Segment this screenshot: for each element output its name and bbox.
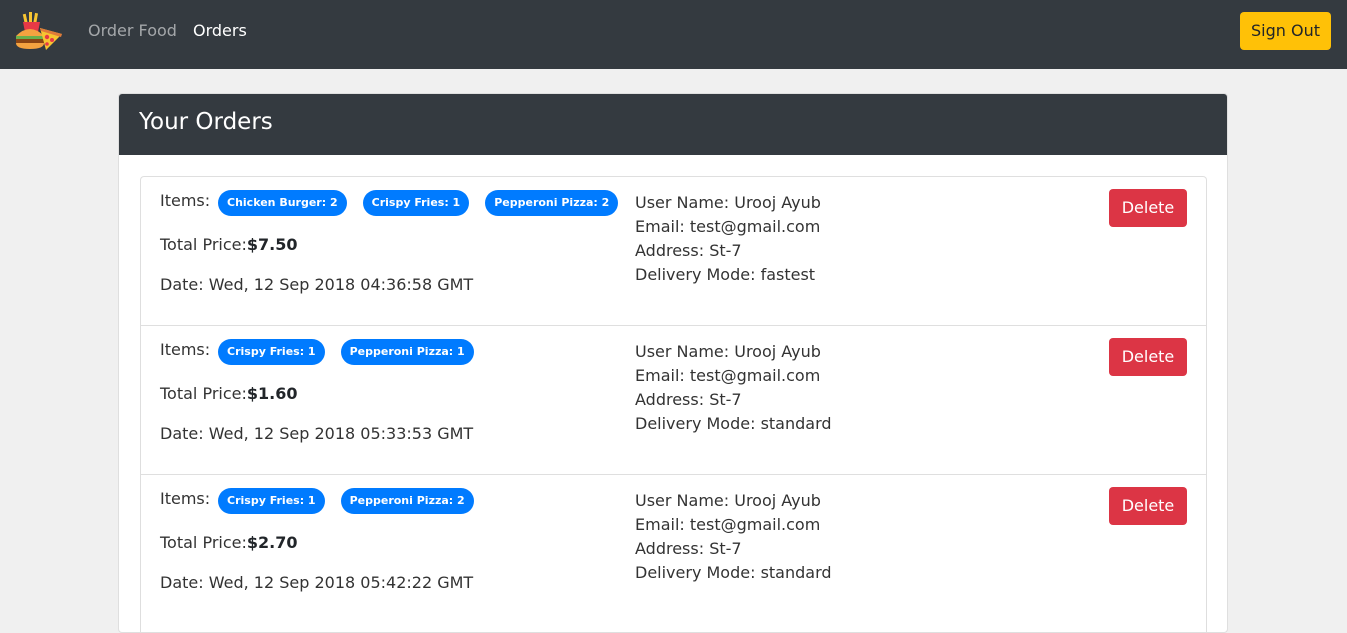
item-badge: Crispy Fries: 1 <box>218 488 325 514</box>
orders-card-header: Your Orders <box>119 94 1227 155</box>
user-address: Address: St-7 <box>635 390 742 409</box>
delete-button[interactable]: Delete <box>1109 189 1187 227</box>
item-badge: Pepperoni Pizza: 1 <box>340 339 474 365</box>
delivery-mode: Delivery Mode: standard <box>635 563 832 582</box>
user-info: User Name: Urooj Ayub Email: test@gmail.… <box>635 489 832 585</box>
items-label: Items: <box>160 340 211 359</box>
delivery-mode: Delivery Mode: fastest <box>635 265 816 284</box>
total-price-value: $2.70 <box>246 533 298 552</box>
total-price-label: Total Price: <box>160 384 247 403</box>
order-item: Items: Chicken Burger: 2 Crispy Fries: 1… <box>141 177 1206 326</box>
total-price: Total Price:$1.60 <box>160 384 297 404</box>
nav-link-orders[interactable]: Orders <box>193 20 247 42</box>
items-badges: Crispy Fries: 1 Pepperoni Pizza: 2 <box>218 488 474 514</box>
item-badge: Chicken Burger: 2 <box>218 190 347 216</box>
item-badge: Pepperoni Pizza: 2 <box>340 488 474 514</box>
total-price-label: Total Price: <box>160 533 247 552</box>
total-price: Total Price:$2.70 <box>160 533 297 553</box>
total-price-label: Total Price: <box>160 235 247 254</box>
nav-link-order-food[interactable]: Order Food <box>88 20 177 42</box>
items-badges: Chicken Burger: 2 Crispy Fries: 1 Pepper… <box>218 190 619 216</box>
total-price: Total Price:$7.50 <box>160 235 297 255</box>
user-email: Email: test@gmail.com <box>635 515 821 534</box>
page-title: Your Orders <box>139 109 273 135</box>
order-item: Items: Crispy Fries: 1 Pepperoni Pizza: … <box>141 475 1206 624</box>
delete-button[interactable]: Delete <box>1109 338 1187 376</box>
delete-button[interactable]: Delete <box>1109 487 1187 525</box>
user-info: User Name: Urooj Ayub Email: test@gmail.… <box>635 340 832 436</box>
user-info: User Name: Urooj Ayub Email: test@gmail.… <box>635 191 821 287</box>
user-name: User Name: Urooj Ayub <box>635 193 821 212</box>
delivery-mode: Delivery Mode: standard <box>635 414 832 433</box>
user-name: User Name: Urooj Ayub <box>635 342 821 361</box>
order-item: Items: Crispy Fries: 1 Pepperoni Pizza: … <box>141 326 1206 475</box>
user-name: User Name: Urooj Ayub <box>635 491 821 510</box>
item-badge: Crispy Fries: 1 <box>362 190 470 216</box>
food-logo-icon[interactable] <box>14 10 64 52</box>
order-date: Date: Wed, 12 Sep 2018 05:33:53 GMT <box>160 424 474 443</box>
item-badge: Pepperoni Pizza: 2 <box>485 190 619 216</box>
orders-card: Your Orders Items: Chicken Burger: 2 Cri… <box>118 93 1228 633</box>
order-date: Date: Wed, 12 Sep 2018 04:36:58 GMT <box>160 275 474 294</box>
user-address: Address: St-7 <box>635 241 742 260</box>
total-price-value: $1.60 <box>246 384 298 403</box>
items-badges: Crispy Fries: 1 Pepperoni Pizza: 1 <box>218 339 474 365</box>
orders-list: Items: Chicken Burger: 2 Crispy Fries: 1… <box>140 176 1207 632</box>
items-label: Items: <box>160 191 211 210</box>
items-label: Items: <box>160 489 211 508</box>
user-email: Email: test@gmail.com <box>635 366 821 385</box>
order-date: Date: Wed, 12 Sep 2018 05:42:22 GMT <box>160 573 474 592</box>
top-navbar: Order Food Orders Sign Out <box>0 0 1347 69</box>
item-badge: Crispy Fries: 1 <box>218 339 325 365</box>
user-address: Address: St-7 <box>635 539 742 558</box>
user-email: Email: test@gmail.com <box>635 217 821 236</box>
total-price-value: $7.50 <box>246 235 298 254</box>
sign-out-button[interactable]: Sign Out <box>1240 12 1331 50</box>
